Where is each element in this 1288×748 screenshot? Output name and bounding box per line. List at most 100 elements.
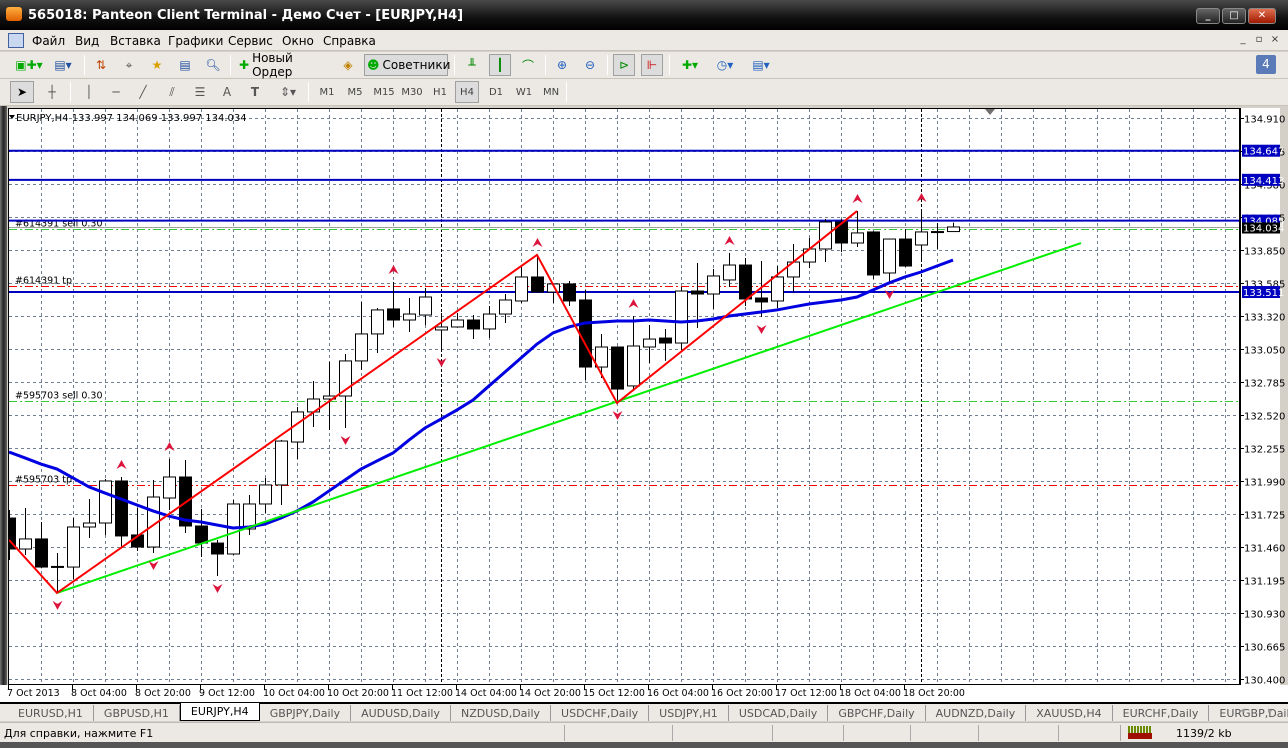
fractal-down-icon [756, 325, 767, 335]
fractal-up-icon [532, 237, 543, 247]
time-tick-label: 17 Oct 12:00 [775, 688, 837, 699]
level-price-label: 133.511 [1243, 288, 1284, 299]
bull-candle [483, 313, 496, 330]
time-tick-label: 7 Oct 2013 [7, 688, 60, 699]
fractal-down-icon [212, 584, 223, 594]
price-chart: #614391 sell 0.30#614391 tp#595703 sell … [7, 108, 1285, 699]
connection-status-icon [1128, 726, 1152, 739]
order-label: #595703 sell 0.30 [15, 391, 103, 402]
bull-candle [163, 476, 176, 499]
status-divider [978, 725, 979, 741]
bull-candle [371, 309, 384, 335]
bear-candle [35, 538, 48, 568]
bull-candle [275, 440, 288, 486]
traffic-text: 1139/2 kb [1176, 727, 1232, 740]
bull-candle [19, 538, 32, 550]
status-divider [1058, 725, 1059, 741]
taskbar-edge [0, 742, 1288, 748]
bull-candle [419, 296, 432, 316]
bull-candle [259, 484, 272, 505]
time-tick-label: 15 Oct 12:00 [583, 688, 645, 699]
order-label: #614391 tp [15, 276, 72, 287]
status-help-text: Для справки, нажмите F1 [4, 727, 154, 740]
bear-candle [611, 346, 624, 390]
price-tick-label: 131.725 [1244, 511, 1285, 522]
bull-candle [51, 565, 64, 568]
bull-candle [355, 333, 368, 362]
chart-header: EURJPY,H4 133.997 134.069 133.997 134.03… [16, 113, 247, 124]
bull-candle [707, 275, 720, 295]
bear-candle [467, 319, 480, 330]
price-tick-label: 132.520 [1244, 412, 1285, 423]
bull-candle [67, 526, 80, 568]
time-tick-label: 14 Oct 04:00 [455, 688, 517, 699]
bear-candle [211, 542, 224, 555]
price-tick-label: 133.050 [1244, 346, 1285, 357]
bear-candle [563, 283, 576, 302]
bear-candle [195, 525, 208, 544]
status-divider [1120, 725, 1121, 741]
chart-tab[interactable]: EURGBP,Daily [1209, 705, 1288, 721]
chart-tab[interactable]: AUDUSD,Daily [351, 705, 451, 721]
time-tick-label: 8 Oct 20:00 [135, 688, 191, 699]
status-divider [564, 725, 565, 741]
bear-candle [659, 337, 672, 344]
price-tick-label: 132.785 [1244, 379, 1285, 390]
status-bar: Для справки, нажмите F1 1139/2 kb [0, 722, 1288, 742]
bull-candle [499, 299, 512, 315]
chart-tab[interactable]: EURCHF,Daily [1113, 705, 1210, 721]
bull-candle [771, 276, 784, 302]
price-tick-label: 130.930 [1244, 610, 1285, 621]
chart-tab[interactable]: USDCAD,Daily [729, 705, 829, 721]
chart-tab[interactable]: GBPJPY,Daily [260, 705, 352, 721]
bull-candle [947, 226, 960, 233]
status-divider [772, 725, 773, 741]
bear-candle [531, 276, 544, 293]
price-tick-label: 133.850 [1244, 247, 1285, 258]
time-tick-label: 9 Oct 12:00 [199, 688, 255, 699]
moving-average-line [9, 258, 954, 530]
tab-scroll-left-button[interactable]: ◂ [1240, 706, 1245, 716]
time-tick-label: 8 Oct 04:00 [71, 688, 127, 699]
chart-tab[interactable]: AUDNZD,Daily [926, 705, 1027, 721]
chart-tab[interactable]: EURUSD,H1 [8, 705, 94, 721]
level-price-label: 134.413 [1243, 176, 1284, 187]
chart-tab-active[interactable]: EURJPY,H4 [179, 703, 260, 721]
level-price-label: 134.647 [1243, 147, 1284, 158]
time-tick-label: 16 Oct 20:00 [711, 688, 773, 699]
chart-tab[interactable]: XAUUSD,H4 [1026, 705, 1113, 721]
fractal-down-icon [148, 560, 159, 570]
bull-candle [883, 238, 896, 274]
chart-tab[interactable]: USDJPY,H1 [649, 705, 729, 721]
bear-candle [579, 299, 592, 368]
price-tick-label: 131.460 [1244, 544, 1285, 555]
chart-shift-marker-icon[interactable] [985, 109, 995, 115]
status-divider [843, 725, 844, 741]
price-tick-label: 130.665 [1244, 643, 1285, 654]
price-tick-label: 131.990 [1244, 478, 1285, 489]
bull-candle [515, 276, 528, 302]
chart-tab[interactable]: USDCHF,Daily [551, 705, 650, 721]
bear-candle [755, 297, 768, 303]
order-label: #595703 tp [15, 475, 72, 486]
bull-candle [99, 480, 112, 524]
bull-candle [451, 319, 464, 328]
time-tick-label: 18 Oct 04:00 [839, 688, 901, 699]
fractal-up-icon [116, 459, 127, 469]
chart-tab[interactable]: GBPCHF,Daily [828, 705, 926, 721]
bear-candle [867, 231, 880, 276]
bid-price-label: 134.034 [1243, 224, 1284, 235]
bull-candle [643, 338, 656, 348]
time-tick-label: 10 Oct 04:00 [263, 688, 325, 699]
bull-candle [931, 231, 944, 234]
bull-candle [723, 264, 736, 281]
tab-scroll-right-button[interactable]: ▸ [1268, 706, 1273, 716]
chart-tab[interactable]: NZDUSD,Daily [451, 705, 552, 721]
bull-candle [403, 313, 416, 321]
bear-candle [691, 290, 704, 295]
chart-tab[interactable]: GBPUSD,H1 [94, 705, 180, 721]
fractal-up-icon [164, 441, 175, 451]
fractal-down-icon [340, 435, 351, 445]
bear-candle [835, 221, 848, 244]
chart-tabs: EURUSD,H1 GBPUSD,H1 EURJPY,H4 GBPJPY,Dai… [0, 702, 1288, 721]
